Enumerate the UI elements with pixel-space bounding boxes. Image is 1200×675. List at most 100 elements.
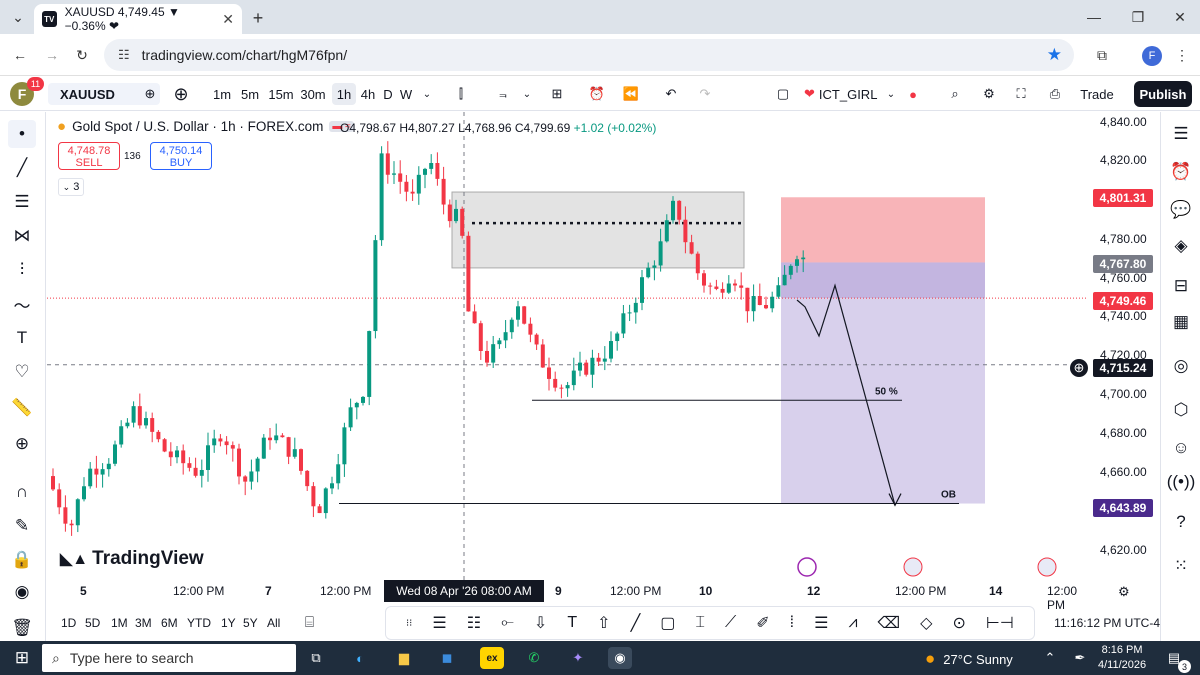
browser-tab[interactable]: TV XAUUSD 4,749.45 ▼ −0.36% ❤ ✕ <box>34 4 242 34</box>
trend-line-icon[interactable]: ╱ <box>8 154 36 182</box>
range-3m[interactable]: 3M <box>135 616 152 630</box>
menu-icon[interactable]: ⋮ <box>1168 41 1196 69</box>
address-bar[interactable]: ☷ tradingview.com/chart/hgM76fpn/ ★ <box>104 39 1074 71</box>
text-tool-icon[interactable]: T <box>8 324 36 352</box>
forward-icon[interactable]: → <box>38 41 66 69</box>
brush-tool-icon[interactable]: ✐ <box>756 613 769 633</box>
chart-clock[interactable]: 11:16:12 PM UTC-4 <box>1054 616 1160 630</box>
interval-30m[interactable]: 30m <box>298 83 328 105</box>
horizontal-line-icon[interactable]: ⟜ <box>501 614 514 632</box>
file-explorer-icon[interactable]: ▆ <box>392 647 416 669</box>
store-icon[interactable]: ◼ <box>435 647 459 669</box>
ruler-icon[interactable]: 📏 <box>8 394 36 422</box>
shapes-icon[interactable]: ◇ <box>920 613 932 633</box>
indicators-collapse-toggle[interactable]: ⌄ 3 <box>58 178 84 196</box>
tray-chevron-icon[interactable]: ⌃ <box>1038 647 1062 669</box>
close-window-icon[interactable]: ✕ <box>1166 3 1194 31</box>
restore-icon[interactable]: ❐ <box>1124 3 1152 31</box>
interval-1m[interactable]: 1m <box>210 83 234 105</box>
range-5d[interactable]: 5D <box>85 616 100 630</box>
path-icon[interactable]: ⟋ <box>725 614 736 632</box>
range-all[interactable]: All <box>267 616 280 630</box>
interval-1h[interactable]: 1h <box>332 83 356 105</box>
back-icon[interactable]: ← <box>6 41 34 69</box>
magnet-icon[interactable]: ∩ <box>8 478 36 506</box>
news-icon[interactable]: ⊟ <box>1167 272 1195 300</box>
price-chart[interactable]: 50 % OB <box>47 112 1087 602</box>
record-icon[interactable]: ● <box>902 83 924 105</box>
vertical-measure-icon[interactable]: ⌶ <box>695 614 705 632</box>
add-crosshair-icon[interactable]: ⊕ <box>1070 359 1088 377</box>
trade-button[interactable]: Trade <box>1072 81 1122 107</box>
eraser-icon[interactable]: ⌫ <box>878 613 901 633</box>
short-position-icon[interactable]: ☷ <box>467 613 481 633</box>
templates-icon[interactable]: ⊞ <box>546 83 568 105</box>
lock-icon[interactable]: 🔒 <box>8 546 36 574</box>
range-ytd[interactable]: YTD <box>187 616 211 630</box>
interval-d[interactable]: D <box>380 83 396 105</box>
quick-search-icon[interactable]: ⌕ <box>944 83 966 105</box>
tab-search-icon[interactable]: ⌄ <box>4 3 32 31</box>
broadcast-icon[interactable]: ((•)) <box>1167 468 1196 496</box>
drag-handle-icon[interactable]: ⁝⁝ <box>406 618 412 629</box>
settings-gear-icon[interactable]: ⚙ <box>978 83 1000 105</box>
sell-button[interactable]: 4,748.78 SELL <box>58 142 120 170</box>
ideas-icon[interactable]: ⬡ <box>1167 396 1195 424</box>
line-icon[interactable]: ╱ <box>631 613 641 633</box>
reload-icon[interactable]: ↻ <box>68 41 96 69</box>
site-info-icon[interactable]: ☷ <box>118 47 130 63</box>
publish-button[interactable]: Publish <box>1134 81 1192 107</box>
extensions-icon[interactable]: ⧉ <box>1088 41 1116 69</box>
fullscreen-icon[interactable]: ⛶ <box>1010 83 1032 105</box>
indicators-dropdown-icon[interactable]: ⌄ <box>520 83 534 105</box>
minimize-icon[interactable]: — <box>1080 3 1108 31</box>
alert-icon[interactable]: ⏰ <box>586 83 608 105</box>
interval-4h[interactable]: 4h <box>356 83 380 105</box>
zoom-in-icon[interactable]: ⊕ <box>8 430 36 458</box>
pen-icon[interactable]: ✒ <box>1068 647 1092 669</box>
taskbar-search[interactable]: ⌕ Type here to search <box>42 644 296 672</box>
layers-icon[interactable]: ◈ <box>1167 232 1195 260</box>
help-icon[interactable]: ? <box>1167 508 1195 536</box>
range-6m[interactable]: 6M <box>161 616 178 630</box>
arrow-up-icon[interactable]: ⇧ <box>597 613 610 633</box>
favorites-heart-icon[interactable]: ♡ <box>8 358 36 386</box>
symbol-options-icon[interactable]: ⊕ <box>140 83 160 105</box>
replay-icon[interactable]: ⏪ <box>620 83 642 105</box>
interval-15m[interactable]: 15m <box>266 83 296 105</box>
date-range-calendar-icon[interactable]: ⌸ <box>305 614 314 631</box>
system-clock[interactable]: 8:16 PM 4/11/2026 <box>1098 643 1146 673</box>
range-1m[interactable]: 1M <box>111 616 128 630</box>
time-axis[interactable]: 5 12:00 PM 7 12:00 PM 9 12:00 PM 10 12 12:00 PM 1… <box>47 580 1087 612</box>
watchlist-icon[interactable]: ☰ <box>1167 120 1195 148</box>
layout-name-button[interactable]: ❤ ICT_GIRL <box>804 83 884 105</box>
fib-retracement-icon[interactable]: ☰ <box>8 188 36 216</box>
chat-icon[interactable]: 💬 <box>1167 196 1195 224</box>
whatsapp-icon[interactable]: ✆ <box>522 647 546 669</box>
pattern-icon[interactable]: ⋈ <box>8 222 36 250</box>
task-view-icon[interactable]: ⧉ <box>304 647 328 669</box>
copilot-icon[interactable]: ✦ <box>566 647 590 669</box>
range-1y[interactable]: 1Y <box>221 616 236 630</box>
chrome-icon[interactable]: ◉ <box>608 647 632 669</box>
interval-5m[interactable]: 5m <box>238 83 262 105</box>
target-icon[interactable]: ◎ <box>1167 352 1195 380</box>
range-5y[interactable]: 5Y <box>243 616 258 630</box>
layout-icon[interactable]: ▢ <box>772 83 794 105</box>
prediction-icon[interactable]: ⫶ <box>8 256 36 284</box>
circle-icon[interactable]: ⊙ <box>952 613 965 633</box>
bookmark-star-icon[interactable]: ★ <box>1047 45 1062 65</box>
vertical-line-icon[interactable]: ⁞ <box>790 614 794 632</box>
alerts-clock-icon[interactable]: ⏰ <box>1167 158 1195 186</box>
snapshot-camera-icon[interactable]: ⎙ <box>1044 83 1066 105</box>
lock-drawings-icon[interactable]: ✎ <box>8 512 36 540</box>
date-range-icon[interactable]: ⊢⊣ <box>986 613 1014 633</box>
axis-settings-icon[interactable]: ⚙ <box>1118 584 1130 600</box>
weather-widget[interactable]: ● 27°C Sunny <box>925 649 1013 669</box>
cursor-dot-icon[interactable]: • <box>8 120 36 148</box>
windows-start-icon[interactable]: ⊞ <box>10 647 34 669</box>
interval-w[interactable]: W <box>398 83 414 105</box>
rectangle-icon[interactable]: ▢ <box>660 613 675 633</box>
compare-add-icon[interactable]: ⊕ <box>170 83 192 105</box>
brush-icon[interactable]: 〜 <box>8 290 36 318</box>
